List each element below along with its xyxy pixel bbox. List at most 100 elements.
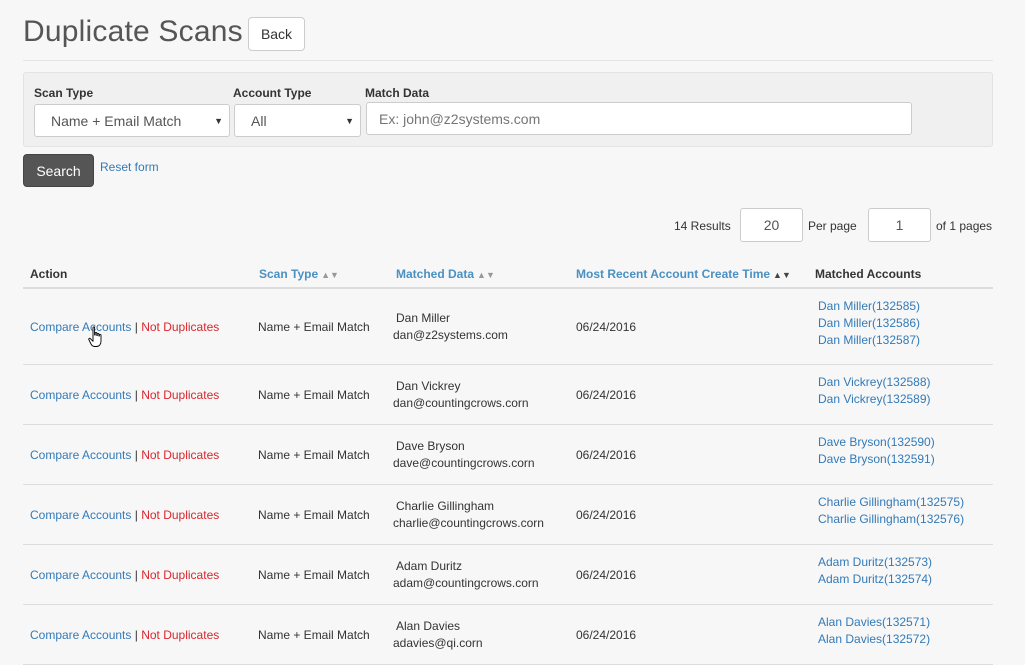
row-scan-type: Name + Email Match: [258, 568, 370, 582]
matched-account-link[interactable]: Charlie Gillingham(132575): [818, 494, 964, 511]
match-data-label: Match Data: [365, 86, 430, 100]
compare-accounts-link[interactable]: Compare Accounts: [30, 448, 131, 462]
row-matched-data: Dan Vickrey dan@countingcrows.corn: [393, 378, 529, 412]
row-scan-type: Name + Email Match: [258, 628, 370, 642]
row-scan-type: Name + Email Match: [258, 388, 370, 402]
compare-accounts-link[interactable]: Compare Accounts: [30, 508, 131, 522]
action-separator: |: [134, 628, 138, 642]
not-duplicates-link[interactable]: Not Duplicates: [141, 448, 219, 462]
table-row: Compare Accounts | Not Duplicates Name +…: [23, 365, 993, 425]
page-title: Duplicate Scans: [23, 15, 243, 48]
row-scan-type: Name + Email Match: [258, 508, 370, 522]
matched-email: dan@countingcrows.corn: [393, 396, 529, 410]
row-create-time: 06/24/2016: [576, 320, 637, 334]
account-type-value: All: [251, 112, 267, 129]
matched-email: dan@z2systems.com: [393, 328, 508, 342]
matched-name: Dave Bryson: [396, 439, 465, 453]
table-row: Compare Accounts | Not Duplicates Name +…: [23, 425, 993, 485]
row-create-time: 06/24/2016: [576, 508, 637, 522]
compare-accounts-link[interactable]: Compare Accounts: [30, 320, 131, 334]
account-type-select[interactable]: All ▼: [234, 104, 361, 137]
match-data-input[interactable]: [366, 102, 912, 135]
not-duplicates-link[interactable]: Not Duplicates: [141, 628, 219, 642]
matched-name: Alan Davies: [396, 619, 461, 633]
action-separator: |: [134, 568, 138, 582]
row-matched-data: Dave Bryson dave@countingcrows.corn: [393, 438, 535, 472]
row-actions: Compare Accounts | Not Duplicates: [30, 320, 219, 334]
matched-account-link[interactable]: Dan Miller(132585): [818, 298, 920, 315]
row-actions: Compare Accounts | Not Duplicates: [30, 628, 219, 642]
action-separator: |: [134, 320, 138, 334]
of-pages-label: of 1 pages: [936, 219, 993, 233]
page-header: Duplicate Scans Back: [23, 12, 993, 61]
matched-account-link[interactable]: Dan Miller(132586): [818, 315, 920, 332]
row-create-time: 06/24/2016: [576, 568, 637, 582]
matched-account-link[interactable]: Adam Duritz(132573): [818, 554, 932, 571]
not-duplicates-link[interactable]: Not Duplicates: [141, 508, 219, 522]
row-matched-accounts: Dave Bryson(132590) Dave Bryson(132591): [818, 434, 935, 468]
scan-type-label: Scan Type: [34, 86, 94, 100]
table-row: Compare Accounts | Not Duplicates Name +…: [23, 545, 993, 605]
table-row: Compare Accounts | Not Duplicates Name +…: [23, 485, 993, 545]
back-button[interactable]: Back: [248, 17, 305, 51]
column-create-time[interactable]: Most Recent Account Create Time ▲▼: [576, 267, 791, 281]
row-matched-data: Charlie Gillingham charlie@countingcrows…: [393, 498, 544, 532]
row-matched-accounts: Alan Davies(132571) Alan Davies(132572): [818, 614, 930, 648]
caret-down-icon: ▼: [345, 116, 354, 126]
search-button[interactable]: Search: [23, 154, 94, 187]
account-type-label: Account Type: [233, 86, 312, 100]
row-actions: Compare Accounts | Not Duplicates: [30, 568, 219, 582]
matched-account-link[interactable]: Adam Duritz(132574): [818, 571, 932, 588]
scan-type-select[interactable]: Name + Email Match ▼: [34, 104, 230, 137]
column-matched-data-label: Matched Data: [396, 267, 475, 281]
matched-account-link[interactable]: Dave Bryson(132591): [818, 451, 935, 468]
matched-name: Charlie Gillingham: [396, 499, 495, 513]
row-actions: Compare Accounts | Not Duplicates: [30, 508, 219, 522]
matched-name: Adam Duritz: [396, 559, 463, 573]
per-page-label: Per page: [808, 219, 857, 233]
matched-account-link[interactable]: Dan Miller(132587): [818, 332, 920, 349]
not-duplicates-link[interactable]: Not Duplicates: [141, 320, 219, 334]
table-header: Action Scan Type ▲▼ Matched Data ▲▼ Most R…: [23, 262, 993, 289]
matched-account-link[interactable]: Alan Davies(132572): [818, 631, 930, 648]
row-matched-accounts: Dan Vickrey(132588) Dan Vickrey(132589): [818, 374, 931, 408]
matched-account-link[interactable]: Dan Vickrey(132589): [818, 391, 931, 408]
compare-accounts-link[interactable]: Compare Accounts: [30, 568, 131, 582]
page-number-input[interactable]: 1: [868, 208, 931, 242]
row-matched-data: Adam Duritz adam@countingcrows.corn: [393, 558, 539, 592]
row-matched-data: Alan Davies adavies@qi.corn: [393, 618, 483, 652]
action-separator: |: [134, 388, 138, 402]
matched-email: charlie@countingcrows.corn: [393, 516, 544, 530]
column-scan-type[interactable]: Scan Type ▲▼: [259, 267, 339, 281]
column-scan-type-label: Scan Type: [259, 267, 319, 281]
row-matched-accounts: Dan Miller(132585) Dan Miller(132586) Dan …: [818, 298, 920, 349]
not-duplicates-link[interactable]: Not Duplicates: [141, 388, 219, 402]
matched-account-link[interactable]: Charlie Gillingham(132576): [818, 511, 964, 528]
row-create-time: 06/24/2016: [576, 628, 637, 642]
column-matched-data[interactable]: Matched Data ▲▼: [396, 267, 495, 281]
matched-account-link[interactable]: Dave Bryson(132590): [818, 434, 935, 451]
per-page-input[interactable]: 20: [740, 208, 803, 242]
results-count: 14 Results: [674, 219, 731, 233]
column-create-time-label: Most Recent Account Create Time: [576, 267, 771, 281]
results-table-body: Compare Accounts | Not Duplicates Name +…: [23, 289, 993, 665]
sort-desc-icon: ▲▼: [773, 270, 791, 280]
matched-name: Dan Vickrey: [396, 379, 461, 393]
row-create-time: 06/24/2016: [576, 448, 637, 462]
compare-accounts-link[interactable]: Compare Accounts: [30, 628, 131, 642]
matched-account-link[interactable]: Alan Davies(132571): [818, 614, 930, 631]
caret-down-icon: ▼: [214, 116, 223, 126]
row-actions: Compare Accounts | Not Duplicates: [30, 448, 219, 462]
not-duplicates-link[interactable]: Not Duplicates: [141, 568, 219, 582]
row-matched-accounts: Charlie Gillingham(132575) Charlie Gillin…: [818, 494, 964, 528]
action-separator: |: [134, 448, 138, 462]
table-row: Compare Accounts | Not Duplicates Name +…: [23, 289, 993, 365]
hand-pointer-icon: [88, 326, 102, 347]
sort-icon: ▲▼: [321, 270, 339, 280]
compare-accounts-link[interactable]: Compare Accounts: [30, 388, 131, 402]
sort-icon: ▲▼: [477, 270, 495, 280]
reset-form-link[interactable]: Reset form: [100, 160, 159, 174]
row-scan-type: Name + Email Match: [258, 320, 370, 334]
matched-account-link[interactable]: Dan Vickrey(132588): [818, 374, 931, 391]
scan-type-value: Name + Email Match: [51, 112, 182, 129]
